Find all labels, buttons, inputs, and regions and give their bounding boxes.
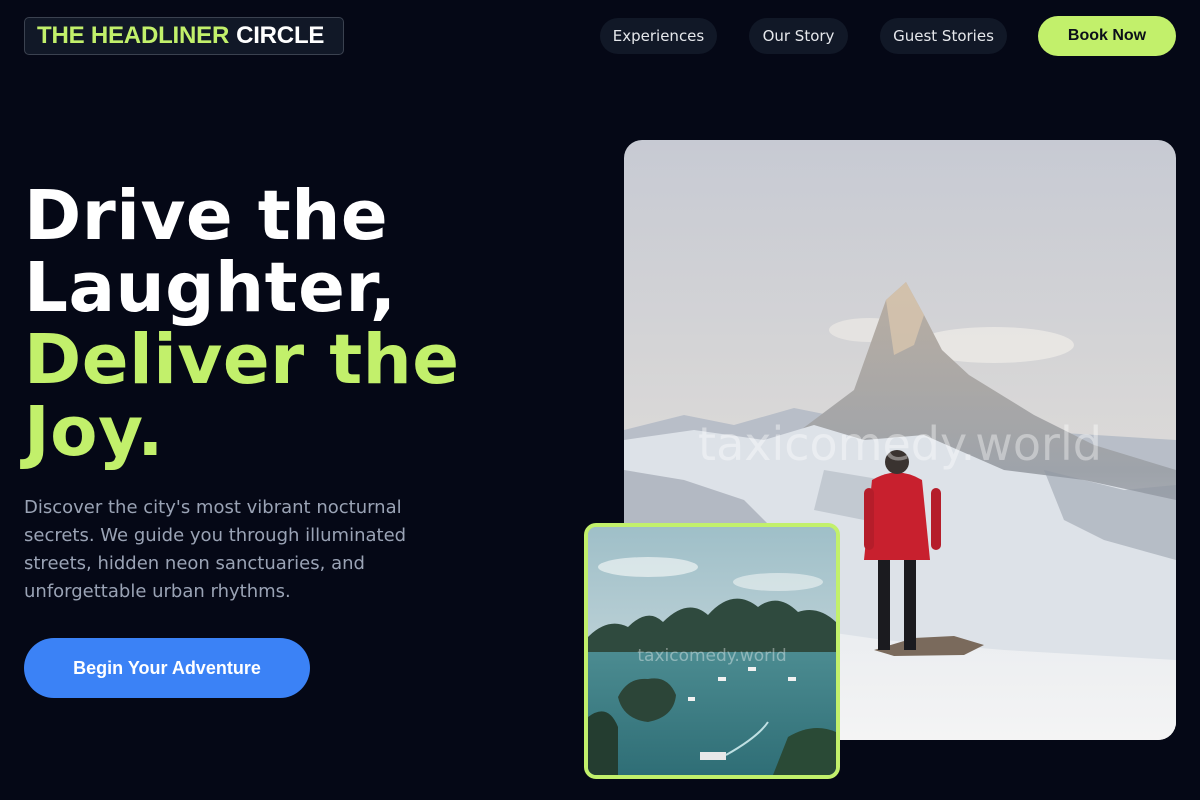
- nav-link-experiences[interactable]: Experiences: [600, 18, 717, 54]
- book-now-button[interactable]: Book Now: [1038, 16, 1176, 56]
- headline-line-2: Laughter,: [24, 248, 397, 328]
- nav-link-our-story[interactable]: Our Story: [749, 18, 848, 54]
- begin-adventure-button[interactable]: Begin Your Adventure: [24, 638, 310, 698]
- bay-islands-image: taxicomedy.world: [584, 523, 840, 779]
- hero-headline: Drive the Laughter, Deliver the Joy.: [24, 180, 584, 468]
- landing-page: THE HEADLINER CIRCLE Experiences Our Sto…: [0, 0, 1200, 800]
- small-image-watermark: taxicomedy.world: [637, 646, 786, 666]
- brand-logo[interactable]: THE HEADLINER CIRCLE: [24, 17, 344, 55]
- headline-line-1: Drive the: [24, 176, 389, 256]
- nav-link-guest-stories[interactable]: Guest Stories: [880, 18, 1007, 54]
- headline-line-4: Joy.: [24, 392, 164, 472]
- logo-rest-text: CIRCLE: [236, 22, 325, 49]
- logo-accent-text: THE HEADLINER: [37, 22, 230, 49]
- main-image-watermark: taxicomedy.world: [698, 417, 1102, 471]
- hero-description: Discover the city's most vibrant nocturn…: [24, 497, 407, 602]
- headline-line-3: Deliver the: [24, 320, 460, 400]
